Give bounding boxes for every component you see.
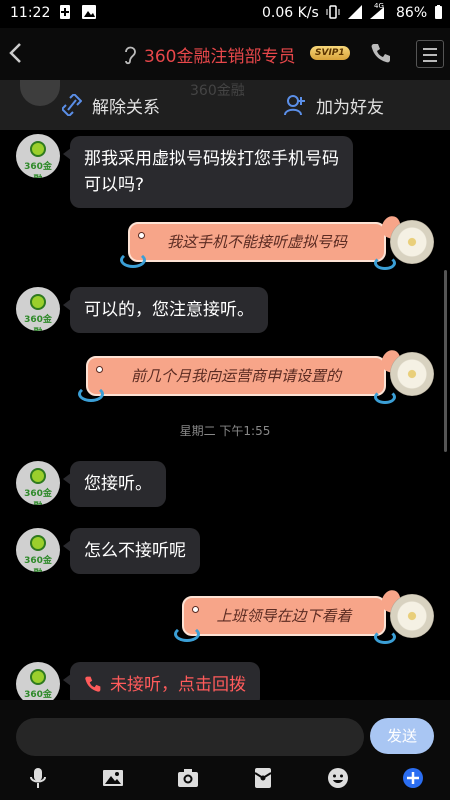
message-text: 那我采用虚拟号码拨打您手机号码 (84, 149, 339, 169)
wave-decoration (120, 252, 146, 268)
message-text: 可以吗? (84, 175, 145, 195)
message-bubble-outgoing[interactable]: 上班领导在边下看着 (174, 587, 404, 644)
vibrate-icon (326, 5, 340, 19)
avatar-text: 360金融 (24, 489, 52, 505)
wave-decoration (174, 626, 200, 642)
missed-call-text: 未接听，点击回拨 (110, 675, 246, 695)
avatar-text: 360金融 (24, 315, 52, 331)
emoji-icon[interactable] (326, 766, 350, 790)
message-text: 上班领导在边下看着 (216, 607, 352, 625)
add-friend-icon (284, 95, 305, 116)
message-bubble-incoming[interactable]: 怎么不接听呢 (63, 528, 200, 574)
message-text: 前几个月我向运营商申请设置的 (130, 367, 341, 385)
missed-call-bubble[interactable]: 未接听，点击回拨 (63, 662, 260, 700)
wave-decoration (374, 630, 396, 644)
message-list[interactable]: 360金融 那我采用虚拟号码拨打您手机号码 可以吗? 我这手机不能接听虚拟号码 … (0, 130, 450, 700)
status-bar: 11:22 0.06 K/s 4G 86% (0, 0, 450, 28)
unlink-icon (62, 94, 82, 116)
360-logo-icon (30, 468, 46, 484)
message-bubble-outgoing[interactable]: 我这手机不能接听虚拟号码 (120, 213, 404, 270)
contact-avatar[interactable]: 360金融 (16, 528, 60, 572)
avatar-text: 360金融 (24, 690, 52, 700)
back-button[interactable] (4, 38, 28, 68)
camera-icon[interactable] (176, 766, 200, 790)
phone-call-button[interactable] (370, 42, 392, 64)
sim-icon (60, 5, 70, 19)
add-friend-label: 加为好友 (316, 97, 384, 118)
status-time: 11:22 (10, 5, 51, 21)
360-logo-icon (30, 669, 46, 685)
message-text: 您接听。 (84, 474, 152, 494)
message-bubble-outgoing[interactable]: 前几个月我向运营商申请设置的 (78, 347, 404, 404)
battery-icon (435, 5, 442, 19)
fish-eye-decoration (96, 366, 103, 373)
my-avatar[interactable] (390, 594, 434, 638)
plus-icon[interactable] (401, 766, 425, 790)
cellular-signal-icon (370, 7, 384, 19)
avatar-text: 360金融 (24, 556, 52, 572)
message-text: 怎么不接听呢 (84, 541, 186, 561)
missed-call-icon (85, 676, 101, 692)
360-logo-icon (30, 535, 46, 551)
unlink-relationship-button[interactable]: 解除关系 (62, 92, 160, 118)
gallery-notification-icon (82, 5, 96, 19)
wave-decoration (374, 390, 396, 404)
wave-decoration (78, 386, 104, 402)
input-bar: 发送 (0, 700, 450, 800)
battery-percent: 86% (396, 5, 428, 21)
menu-button[interactable] (416, 40, 444, 68)
send-button[interactable]: 发送 (370, 718, 434, 754)
chat-header: 360金融注销部专员 SVIP1 (0, 28, 450, 80)
message-input[interactable] (16, 718, 364, 756)
avatar-text: 360金融 (24, 162, 52, 178)
wifi-signal-icon (348, 5, 362, 19)
earpiece-mode-icon[interactable] (122, 43, 138, 65)
menu-line (423, 48, 437, 50)
relationship-action-bar: 360金融 解除关系 加为好友 (0, 80, 450, 130)
fish-eye-decoration (192, 606, 199, 613)
message-text: 可以的，您注意接听。 (84, 300, 254, 320)
my-avatar[interactable] (390, 352, 434, 396)
image-icon[interactable] (101, 766, 125, 790)
message-bubble-incoming[interactable]: 您接听。 (63, 461, 166, 507)
message-timestamp: 星期二 下午1:55 (179, 424, 271, 438)
menu-line (423, 54, 437, 56)
wave-decoration (374, 256, 396, 270)
contact-avatar[interactable]: 360金融 (16, 662, 60, 700)
red-packet-icon[interactable] (251, 766, 275, 790)
microphone-icon[interactable] (26, 766, 50, 790)
contact-avatar[interactable]: 360金融 (16, 461, 60, 505)
background-avatar (20, 80, 60, 106)
fish-eye-decoration (138, 232, 145, 239)
page-title: 360金融注销部专员 (144, 47, 296, 67)
360-logo-icon (30, 294, 46, 310)
360-logo-icon (30, 141, 46, 157)
svip-badge: SVIP1 (310, 46, 350, 60)
message-text: 我这手机不能接听虚拟号码 (166, 233, 347, 251)
contact-avatar[interactable]: 360金融 (16, 134, 60, 178)
unlink-label: 解除关系 (92, 97, 160, 118)
message-bubble-incoming[interactable]: 可以的，您注意接听。 (63, 287, 268, 333)
network-speed: 0.06 K/s (262, 5, 319, 21)
message-bubble-incoming[interactable]: 那我采用虚拟号码拨打您手机号码 可以吗? (63, 136, 353, 208)
contact-avatar[interactable]: 360金融 (16, 287, 60, 331)
menu-line (423, 60, 437, 62)
background-name: 360金融 (190, 83, 245, 99)
my-avatar[interactable] (390, 220, 434, 264)
add-friend-button[interactable]: 加为好友 (284, 92, 384, 118)
